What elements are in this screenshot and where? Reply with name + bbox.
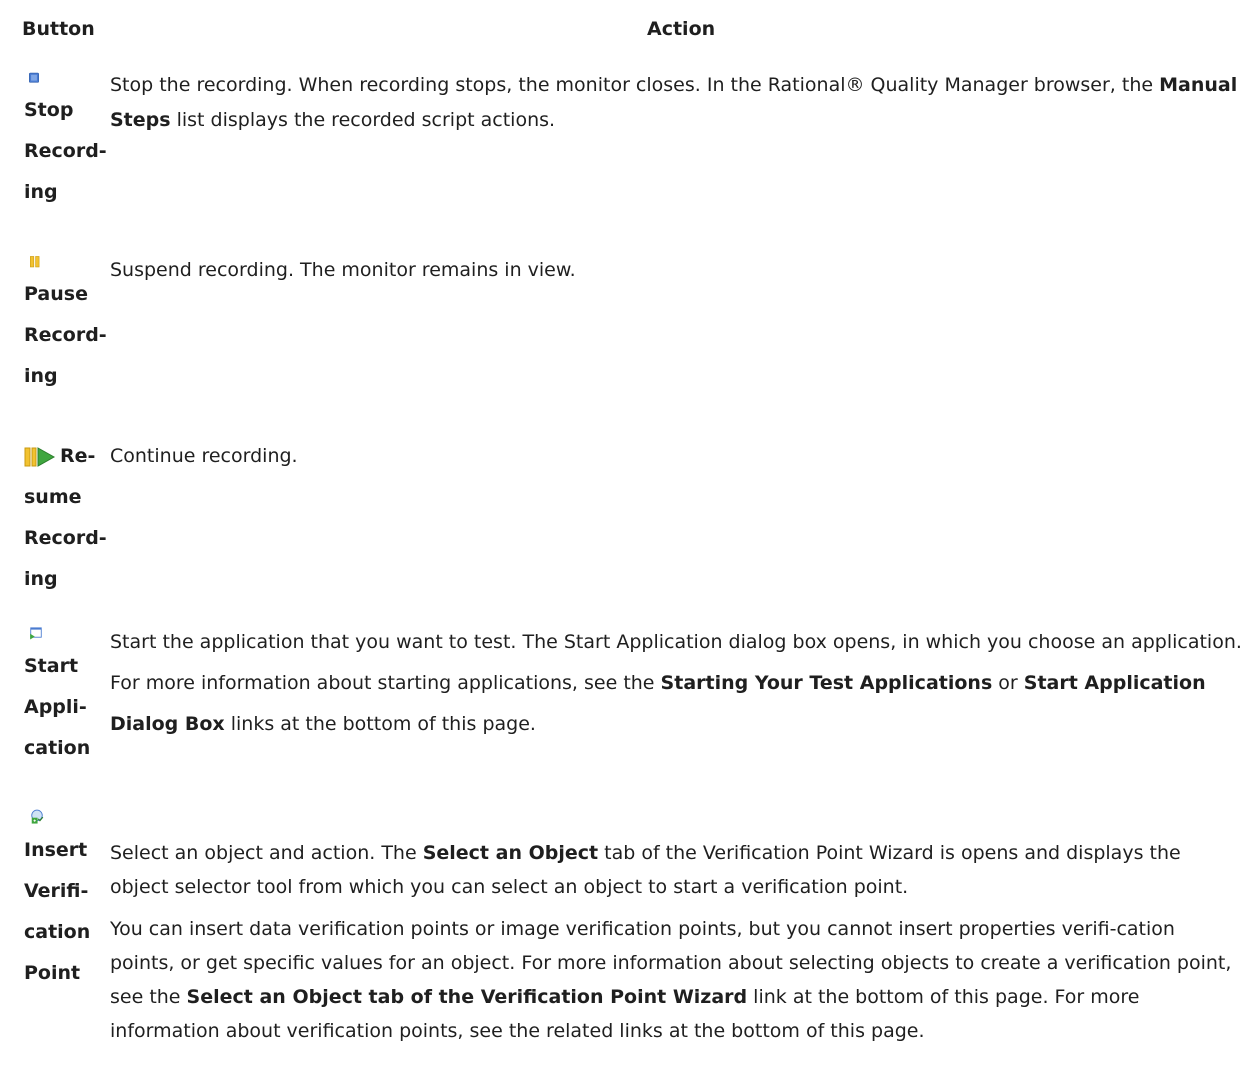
action-text: Suspend recording. The monitor remains i… <box>110 259 576 281</box>
button-name-line: Record- <box>24 324 107 346</box>
button-name-line: Pause <box>24 283 88 305</box>
button-cell: Stop Record- ing <box>24 66 114 213</box>
insert-verification-point-icon <box>31 809 44 824</box>
action-cell: Stop the recording. When recording stops… <box>110 68 1245 138</box>
button-name-line: Stop <box>24 99 74 121</box>
pause-icon <box>30 256 40 268</box>
button-name-line: Re- <box>24 436 124 477</box>
resume-icon <box>24 446 56 467</box>
action-cell: Start the application that you want to t… <box>110 622 1245 745</box>
button-name-line: Verifi- <box>24 880 89 902</box>
button-cell: Start Appli- cation <box>24 622 114 769</box>
button-cell: Insert Verifi- cation Point <box>24 806 114 994</box>
button-name-line: cation <box>24 921 91 943</box>
button-cell: Pause Record- ing <box>24 250 114 397</box>
start-application-icon <box>30 627 42 640</box>
action-cell: Select an object and action. The Select … <box>110 836 1245 1048</box>
action-text: Select an object and action. The Select … <box>110 842 1181 898</box>
action-cell: Continue recording. <box>110 436 1245 477</box>
button-name-line: sume <box>24 486 82 508</box>
button-name-line: Appli- <box>24 696 87 718</box>
stop-icon <box>29 72 39 83</box>
column-header-action: Action <box>647 18 716 40</box>
button-name-line: Insert <box>24 839 88 861</box>
button-name-line: Start <box>24 655 79 677</box>
column-header-button: Button <box>22 18 95 40</box>
button-name-line: Record- <box>24 527 107 549</box>
action-cell: Suspend recording. The monitor remains i… <box>110 250 1245 291</box>
button-name-line: ing <box>24 365 58 387</box>
button-cell: Re- sume Record- ing <box>24 436 124 600</box>
action-text: You can insert data verification points … <box>110 918 1232 1042</box>
button-name-line: ing <box>24 181 58 203</box>
action-text: Stop the recording. When recording stops… <box>110 74 1238 131</box>
button-name-line: cation <box>24 737 91 759</box>
action-text: Start the application that you want to t… <box>110 631 1242 735</box>
button-name-line: Point <box>24 962 81 984</box>
button-name-line: ing <box>24 568 58 590</box>
action-text: Continue recording. <box>110 445 298 467</box>
button-name-line: Record- <box>24 140 107 162</box>
